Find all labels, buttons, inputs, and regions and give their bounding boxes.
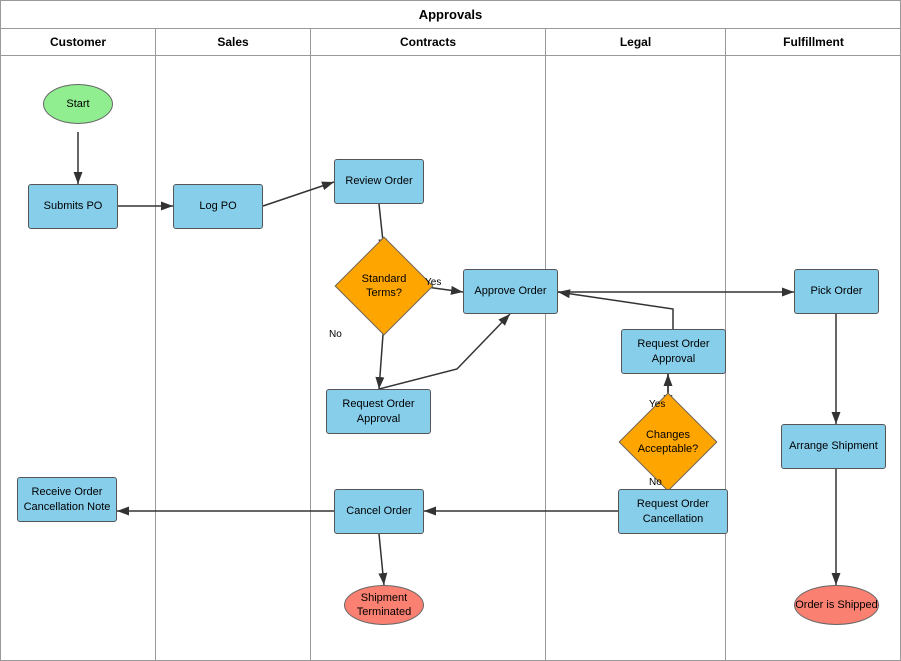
review-order-node: Review Order xyxy=(334,159,424,204)
cancel-order-node: Cancel Order xyxy=(334,489,424,534)
lane-fulfillment: Fulfillment xyxy=(726,29,901,660)
lane-header-contracts: Contracts xyxy=(311,29,545,56)
lane-header-sales: Sales xyxy=(156,29,310,56)
lane-header-customer: Customer xyxy=(1,29,155,56)
standard-terms-label: Standard Terms? xyxy=(349,251,419,321)
diagram-title: Approvals xyxy=(1,1,900,29)
shipment-terminated-node: Shipment Terminated xyxy=(344,585,424,625)
request-approval-legal-node: Request Order Approval xyxy=(621,329,726,374)
changes-acceptable-label: Changes Acceptable? xyxy=(633,407,703,477)
standard-terms-diamond-container: Standard Terms? xyxy=(349,251,419,321)
order-shipped-node: Order is Shipped xyxy=(794,585,879,625)
changes-acceptable-diamond-container: Changes Acceptable? xyxy=(633,407,703,477)
log-po-node: Log PO xyxy=(173,184,263,229)
lane-sales: Sales xyxy=(156,29,311,660)
diagram-container: Approvals Customer Sales Contracts Legal… xyxy=(0,0,901,661)
yes-label-1: Yes xyxy=(425,277,441,288)
pick-order-node: Pick Order xyxy=(794,269,879,314)
request-approval-contracts-node: Request Order Approval xyxy=(326,389,431,434)
request-cancellation-node: Request Order Cancellation xyxy=(618,489,728,534)
lane-header-legal: Legal xyxy=(546,29,725,56)
lane-contracts: Contracts xyxy=(311,29,546,660)
swim-lanes: Customer Sales Contracts Legal Fulfillme… xyxy=(1,29,900,660)
receive-cancel-note-node: Receive Order Cancellation Note xyxy=(17,477,117,522)
no-label-1: No xyxy=(329,329,342,340)
arrange-shipment-node: Arrange Shipment xyxy=(781,424,886,469)
submits-po-node: Submits PO xyxy=(28,184,118,229)
approve-order-node: Approve Order xyxy=(463,269,558,314)
start-node: Start xyxy=(43,84,113,124)
no-label-2: No xyxy=(649,477,662,488)
yes-label-2: Yes xyxy=(649,399,665,410)
lane-header-fulfillment: Fulfillment xyxy=(726,29,901,56)
